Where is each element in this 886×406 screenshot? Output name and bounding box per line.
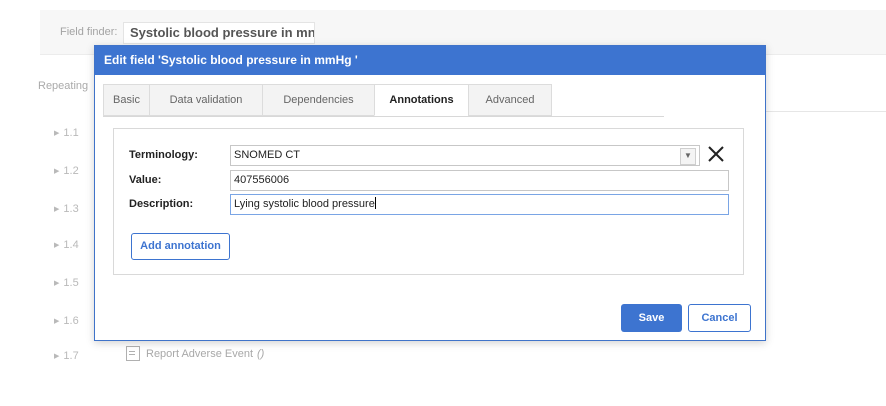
value-label: Value: <box>129 174 162 186</box>
row-number: 1.7 <box>63 350 79 362</box>
tree-row[interactable]: ▶ 1.6 <box>54 315 79 327</box>
expand-triangle-icon[interactable]: ▶ <box>54 130 59 137</box>
tree-row[interactable]: ▶ 1.1 <box>54 127 79 139</box>
row-divider <box>760 111 886 112</box>
tab-annotations[interactable]: Annotations <box>374 84 469 116</box>
expand-triangle-icon[interactable]: ▶ <box>54 353 59 360</box>
expand-triangle-icon[interactable]: ▶ <box>54 242 59 249</box>
tree-row[interactable]: ▶ 1.4 <box>54 239 79 251</box>
row-number: 1.1 <box>63 127 79 139</box>
tree-row[interactable]: ▶ 1.5 <box>54 277 79 289</box>
value-field[interactable]: 407556006 <box>230 170 729 191</box>
terminology-select[interactable]: SNOMED CT ▼ <box>230 145 700 166</box>
expand-triangle-icon[interactable]: ▶ <box>54 318 59 325</box>
expand-triangle-icon[interactable]: ▶ <box>54 206 59 213</box>
tree-row[interactable]: ▶ 1.3 <box>54 203 79 215</box>
save-button[interactable]: Save <box>621 304 682 332</box>
edit-field-dialog: Edit field 'Systolic blood pressure in m… <box>94 45 766 341</box>
tab-bar: Basic Data validation Dependencies Annot… <box>103 84 664 117</box>
report-adverse-event-suffix: () <box>257 347 265 360</box>
description-field[interactable]: Lying systolic blood pressure <box>230 194 729 215</box>
tab-data-validation[interactable]: Data validation <box>149 84 263 116</box>
row-number: 1.5 <box>63 277 79 289</box>
row-number: 1.4 <box>63 239 79 251</box>
expand-triangle-icon[interactable]: ▶ <box>54 280 59 287</box>
field-finder-label: Field finder: <box>60 26 118 38</box>
repeating-label: Repeating <box>38 80 89 92</box>
field-finder-input[interactable]: Systolic blood pressure in mn <box>123 22 315 44</box>
close-icon[interactable] <box>707 144 725 164</box>
description-label: Description: <box>129 198 194 210</box>
add-annotation-button[interactable]: Add annotation <box>131 233 230 260</box>
dialog-title: Edit field 'Systolic blood pressure in m… <box>95 46 765 75</box>
tab-advanced[interactable]: Advanced <box>468 84 552 116</box>
row-number: 1.2 <box>63 165 79 177</box>
annotation-panel: Terminology: SNOMED CT ▼ Value: 40755600… <box>113 128 744 275</box>
text-caret <box>374 197 376 209</box>
row-number: 1.6 <box>63 315 79 327</box>
expand-triangle-icon[interactable]: ▶ <box>54 168 59 175</box>
terminology-label: Terminology: <box>129 149 198 161</box>
tab-basic[interactable]: Basic <box>103 84 150 116</box>
tab-dependencies[interactable]: Dependencies <box>262 84 375 116</box>
report-adverse-event-label: Report Adverse Event <box>146 347 254 360</box>
description-text: Lying systolic blood pressure <box>234 198 375 210</box>
tree-row[interactable]: ▶ 1.7 <box>54 350 79 362</box>
tree-row[interactable]: ▶ 1.2 <box>54 165 79 177</box>
row-number: 1.3 <box>63 203 79 215</box>
form-document-icon <box>126 346 140 361</box>
chevron-down-icon[interactable]: ▼ <box>680 148 696 165</box>
cancel-button[interactable]: Cancel <box>688 304 751 332</box>
terminology-selected-value: SNOMED CT <box>234 149 300 161</box>
report-adverse-event-item[interactable]: Report Adverse Event () <box>126 346 264 361</box>
